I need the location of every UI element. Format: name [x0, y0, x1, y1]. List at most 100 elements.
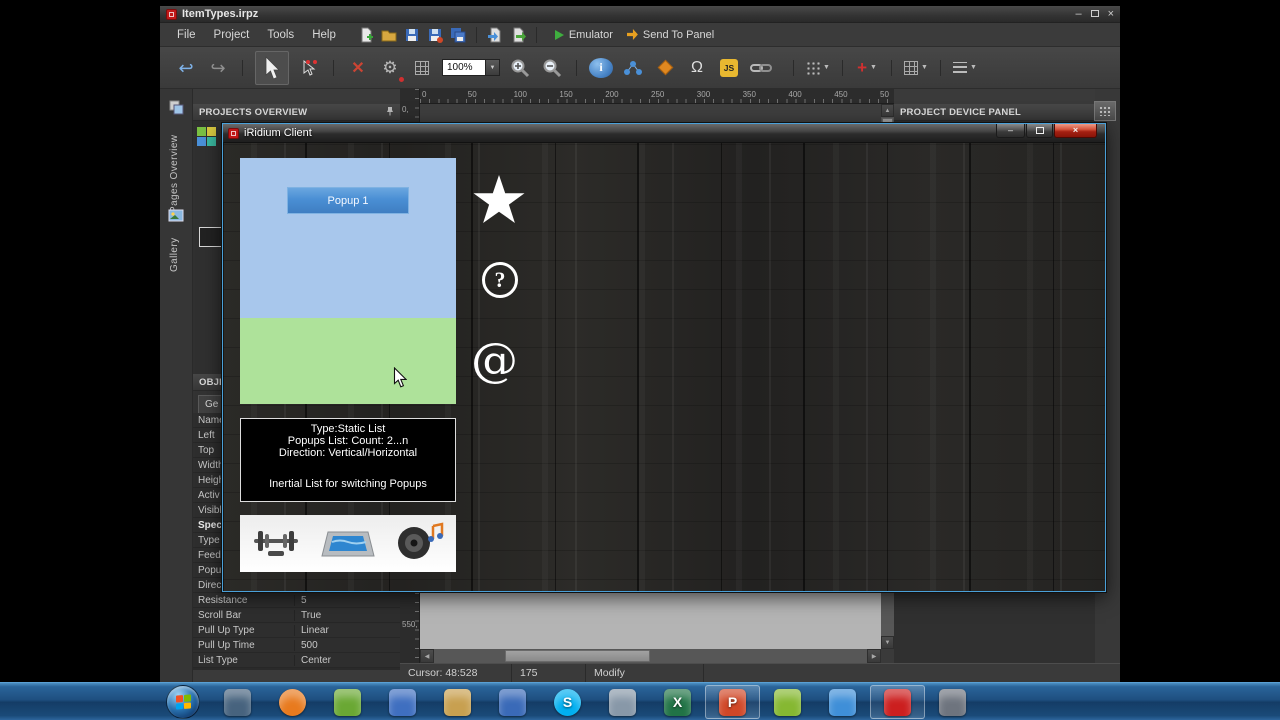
at-icon[interactable]: @	[471, 333, 518, 388]
property-value: 5	[301, 594, 307, 606]
pool-icon[interactable]	[320, 518, 376, 569]
popup-page-blue[interactable]	[240, 158, 456, 318]
undo-icon[interactable]: ↩	[174, 53, 198, 83]
horizontal-scrollbar[interactable]: ◀ ▶	[420, 649, 881, 663]
property-row[interactable]: Scroll Bar True	[193, 608, 400, 623]
property-row[interactable]: Resistance 5	[193, 593, 400, 608]
popup-page-green[interactable]	[240, 318, 456, 404]
open-folder-icon[interactable]	[380, 26, 398, 44]
close-button[interactable]: ×	[1108, 8, 1114, 20]
scripts-js-icon[interactable]: JS	[717, 53, 741, 83]
gym-icon[interactable]	[248, 518, 304, 569]
mouse-cursor	[393, 366, 408, 393]
blue-tool-icon	[499, 688, 526, 716]
tab-pages-overview[interactable]: Pages Overview	[169, 118, 180, 213]
category-icons-list[interactable]	[240, 515, 456, 572]
save-all-icon[interactable]	[449, 26, 467, 44]
save-icon[interactable]	[403, 26, 421, 44]
property-row[interactable]: List Type Center	[193, 653, 400, 668]
relations-icon[interactable]	[621, 53, 645, 83]
list-options-dropdown[interactable]: ▼	[953, 53, 977, 83]
property-value: Center	[301, 654, 332, 666]
gallery-icon	[168, 207, 184, 228]
menu-help[interactable]: Help	[303, 26, 345, 44]
delete-tool[interactable]: ✕	[346, 53, 370, 83]
client-close-button[interactable]: ×	[1054, 124, 1097, 138]
client-titlebar[interactable]: iRidium Client – ×	[223, 124, 1105, 143]
popup-list-panel[interactable]: Popup 1	[240, 158, 456, 404]
question-icon[interactable]: ?	[482, 262, 518, 298]
import-icon[interactable]	[486, 26, 504, 44]
taskbar-skype[interactable]: S	[540, 683, 595, 720]
node-select-tool[interactable]	[297, 53, 321, 83]
star-icon[interactable]	[473, 174, 525, 229]
menu-project[interactable]: Project	[205, 26, 259, 44]
property-value: 500	[301, 639, 318, 651]
link-icon[interactable]	[749, 53, 773, 83]
taskbar-powerpoint[interactable]: P	[705, 685, 760, 719]
device-panel-grid-icon[interactable]	[1094, 101, 1116, 121]
taskbar-blue-tool[interactable]	[485, 683, 540, 720]
project-pages-icon[interactable]	[197, 127, 217, 147]
taskbar-excel[interactable]: X	[650, 683, 705, 720]
scroll-left-button[interactable]: ◀	[420, 649, 434, 663]
zoom-out-icon[interactable]	[540, 53, 564, 83]
maximize-button[interactable]	[1090, 9, 1099, 20]
minimize-button[interactable]: –	[1075, 8, 1081, 20]
zoom-select[interactable]: 100% ▼	[442, 59, 500, 76]
project-info-icon[interactable]: i	[589, 57, 613, 78]
align-dots-dropdown[interactable]: ▼	[806, 53, 830, 83]
scroll-right-button[interactable]: ▶	[867, 649, 881, 663]
property-row[interactable]: Pull Up Type Linear	[193, 623, 400, 638]
menu-tools[interactable]: Tools	[258, 26, 303, 44]
add-item-dropdown[interactable]: + ▼	[855, 53, 879, 83]
show-grid-icon[interactable]	[410, 53, 434, 83]
zoom-in-icon[interactable]	[508, 53, 532, 83]
taskbar-floppy-save[interactable]	[375, 683, 430, 720]
static-list-info[interactable]: Type:Static List Popups List: Count: 2...…	[240, 418, 456, 502]
taskbar-photo-viewer[interactable]	[595, 683, 650, 720]
taskbar-camera-device[interactable]	[925, 683, 980, 720]
pin-icon[interactable]	[385, 106, 395, 119]
iridium-client-window[interactable]: iRidium Client – × Popup 1 ? @ Type:Stat…	[222, 123, 1106, 592]
macros-omega-icon[interactable]: Ω	[685, 53, 709, 83]
app-titlebar[interactable]: ItemTypes.irpz – ×	[160, 6, 1120, 23]
scroll-down-button[interactable]: ▼	[881, 636, 894, 649]
windows-logo-icon	[175, 694, 191, 710]
property-row[interactable]: Pull Up Time 500	[193, 638, 400, 653]
client-minimize-button[interactable]: –	[996, 124, 1025, 138]
gallery-tool-icon[interactable]	[653, 53, 677, 83]
scroll-up-button[interactable]: ▲	[881, 104, 894, 117]
redo-icon[interactable]: ↪	[206, 53, 230, 83]
zoom-value[interactable]: 100%	[442, 59, 486, 76]
taskbar-media-green[interactable]	[320, 683, 375, 720]
grid-options-dropdown[interactable]: ▼	[904, 53, 928, 83]
screen: ItemTypes.irpz – × File Project Tools Help	[0, 0, 1280, 720]
select-tool-button[interactable]	[255, 50, 289, 85]
save-as-icon[interactable]	[426, 26, 444, 44]
popup1-button[interactable]: Popup 1	[287, 187, 409, 214]
menu-file[interactable]: File	[168, 26, 205, 44]
client-content: Popup 1 ? @ Type:Static List Popups List:…	[223, 143, 1105, 591]
project-device-panel-header: PROJECT DEVICE PANEL	[894, 104, 1095, 121]
taskbar-sticky-notes[interactable]	[760, 683, 815, 720]
speaker-music-icon[interactable]	[392, 518, 448, 569]
tab-gallery[interactable]: Gallery	[169, 227, 180, 272]
emulator-button[interactable]: Emulator	[554, 29, 613, 41]
taskbar-firefox[interactable]	[265, 683, 320, 720]
h-scroll-thumb[interactable]	[505, 650, 650, 662]
zoom-dropdown-arrow[interactable]: ▼	[486, 59, 500, 76]
send-to-panel-button[interactable]: Send To Panel	[626, 29, 714, 41]
taskbar-installer-box[interactable]	[430, 683, 485, 720]
network-places-icon	[829, 688, 856, 716]
taskbar-desktop-viewer[interactable]	[210, 683, 265, 720]
client-maximize-button[interactable]	[1026, 124, 1053, 138]
start-button[interactable]	[166, 685, 200, 719]
taskbar-network-places[interactable]	[815, 683, 870, 720]
settings-gears-icon[interactable]: ⚙	[378, 53, 404, 83]
taskbar-iridium-client[interactable]	[870, 685, 925, 719]
statusbar: Cursor: 48:528 175 Modify	[400, 663, 1120, 682]
export-icon[interactable]	[509, 26, 527, 44]
new-file-icon[interactable]	[357, 26, 375, 44]
projects-overview-title: PROJECTS OVERVIEW	[199, 106, 308, 118]
